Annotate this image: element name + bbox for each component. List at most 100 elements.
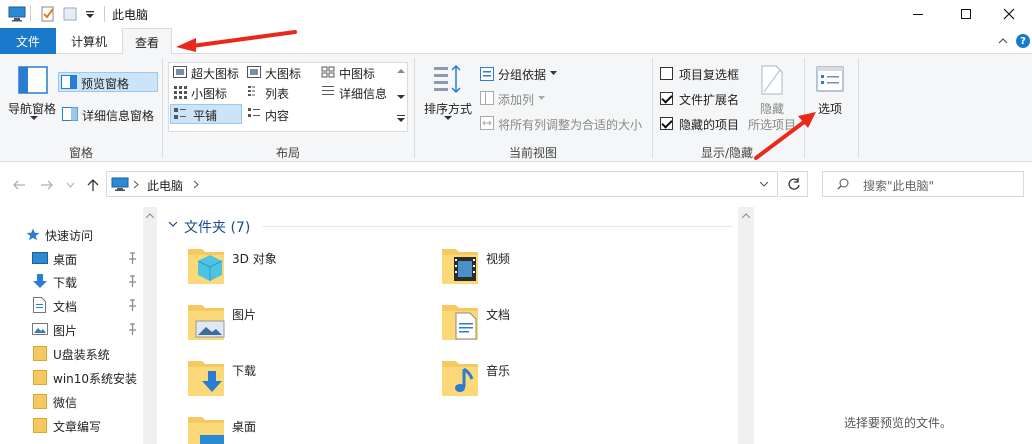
layout-label: 超大图标	[191, 67, 240, 81]
close-button[interactable]	[986, 0, 1032, 28]
pin-icon[interactable]	[128, 252, 137, 264]
documents-icon	[442, 305, 478, 340]
recent-locations-chevron-icon[interactable]	[66, 182, 75, 188]
refresh-button[interactable]	[780, 171, 808, 197]
maximize-button[interactable]	[943, 0, 989, 28]
file-extensions-checkbox[interactable]	[660, 92, 673, 105]
size-all-columns-button[interactable]: 将所有列调整为合适的大小	[498, 116, 642, 133]
chevron-down-icon[interactable]	[550, 71, 557, 75]
scroll-up-icon[interactable]	[146, 213, 154, 218]
nav-label: 微信	[53, 396, 78, 410]
folder-3d-objects[interactable]: 3D 对象	[186, 243, 386, 293]
folder-videos[interactable]: 视频	[440, 243, 640, 293]
layout-label: 小图标	[191, 87, 228, 101]
expand-gallery-icon[interactable]	[397, 115, 405, 123]
window-title: 此电脑	[112, 8, 149, 22]
nav-scrollbar[interactable]	[143, 207, 157, 444]
chevron-right-icon[interactable]	[133, 180, 139, 189]
breadcrumb-this-pc[interactable]: 此电脑	[147, 177, 183, 194]
nav-label: 文档	[53, 300, 78, 314]
layout-content[interactable]: 内容	[245, 104, 317, 124]
folder-desktop[interactable]: 桌面	[186, 411, 386, 444]
chevron-up-icon[interactable]	[397, 68, 405, 73]
tab-computer[interactable]: 计算机	[60, 28, 118, 54]
pin-icon[interactable]	[128, 275, 137, 287]
search-placeholder: 搜索"此电脑"	[863, 179, 935, 193]
group-by-button[interactable]: 分组依据	[498, 66, 546, 83]
layout-tiles[interactable]: 平铺	[170, 104, 242, 124]
folder-documents[interactable]: 文档	[440, 299, 640, 349]
minimize-button[interactable]	[895, 0, 941, 28]
add-columns-icon	[480, 91, 494, 105]
item-checkboxes-checkbox[interactable]	[660, 67, 673, 80]
search-icon	[837, 178, 849, 190]
help-icon[interactable]: ?	[1016, 34, 1030, 48]
tab-file[interactable]: 文件	[0, 28, 56, 54]
chevron-right-icon[interactable]	[193, 180, 199, 189]
extra-large-icons-icon	[173, 66, 187, 78]
forward-arrow-icon[interactable]	[40, 179, 54, 191]
small-icons-icon	[174, 86, 187, 99]
details-pane-button[interactable]: 详细信息窗格	[58, 104, 158, 124]
maximize-icon	[961, 9, 971, 19]
list-icon	[248, 86, 255, 96]
layout-details[interactable]: 详细信息	[319, 82, 393, 102]
nav-item-folder[interactable]: U盘装系统	[0, 342, 144, 365]
scroll-up-icon[interactable]	[742, 213, 750, 218]
sort-by-button[interactable]: 排序方式	[424, 100, 472, 117]
back-arrow-icon[interactable]	[12, 179, 26, 191]
group-label-pane: 窗格	[68, 146, 93, 160]
section-header[interactable]: 文件夹 (7)	[184, 217, 250, 237]
title-bar: 此电脑	[0, 0, 1032, 28]
search-box[interactable]: 搜索"此电脑"	[822, 171, 1024, 197]
layout-large-icons[interactable]: 大图标	[245, 63, 317, 81]
pin-icon[interactable]	[128, 323, 137, 335]
folder-icon	[33, 346, 47, 361]
layout-gallery-scroller[interactable]	[394, 62, 408, 132]
nav-item-pictures[interactable]: 图片	[0, 318, 144, 341]
layout-small-icons[interactable]: 小图标	[169, 82, 243, 102]
preview-pane-button[interactable]: 预览窗格	[58, 72, 158, 92]
downloads-icon	[188, 361, 224, 396]
up-arrow-icon[interactable]	[86, 178, 100, 192]
collapse-ribbon-icon[interactable]	[998, 36, 1008, 46]
nav-item-documents[interactable]: 文档	[0, 294, 144, 317]
address-dropdown-icon[interactable]	[759, 181, 769, 187]
annotation-arrow-icon	[754, 112, 816, 160]
nav-item-folder[interactable]: win10系统安装	[0, 366, 144, 389]
navigation-pane-icon	[18, 66, 48, 94]
medium-icons-icon	[321, 66, 335, 78]
refresh-icon	[787, 178, 800, 190]
tab-view[interactable]: 查看	[122, 28, 172, 55]
chevron-down-icon[interactable]	[30, 116, 38, 121]
folder-pictures[interactable]: 图片	[186, 299, 386, 349]
sort-by-icon	[434, 64, 461, 94]
chevron-down-icon[interactable]	[397, 95, 405, 100]
folder-downloads[interactable]: 下载	[186, 355, 386, 405]
nav-item-desktop[interactable]: 桌面	[0, 247, 144, 270]
chevron-down-icon[interactable]	[538, 96, 545, 100]
pin-icon[interactable]	[128, 299, 137, 311]
collapse-chevron-icon[interactable]	[168, 221, 178, 228]
desktop-icon	[188, 417, 224, 444]
layout-list[interactable]: 列表	[245, 82, 317, 102]
address-bar[interactable]: 此电脑	[106, 171, 778, 197]
nav-item-downloads[interactable]: 下载	[0, 270, 144, 293]
layout-medium-icons[interactable]: 中图标	[319, 63, 393, 81]
properties-icon[interactable]	[40, 6, 56, 22]
folder-music[interactable]: 音乐	[440, 355, 640, 405]
nav-quick-access[interactable]: 快速访问	[0, 223, 144, 246]
layout-extra-large-icons[interactable]: 超大图标	[169, 63, 243, 81]
group-divider	[858, 58, 859, 158]
navigation-pane-button[interactable]: 导航窗格	[8, 100, 56, 117]
nav-item-folder[interactable]: 微信	[0, 390, 144, 413]
large-icons-icon	[247, 66, 261, 78]
new-folder-icon[interactable]	[62, 6, 78, 22]
content-scrollbar[interactable]	[738, 207, 754, 444]
customize-quick-access-icon[interactable]	[84, 6, 96, 22]
hidden-items-checkbox[interactable]	[660, 117, 673, 130]
add-columns-button[interactable]: 添加列	[498, 91, 534, 108]
nav-item-folder[interactable]: 文章编写	[0, 414, 144, 437]
chevron-down-icon[interactable]	[444, 116, 452, 121]
preview-pane-label: 预览窗格	[81, 77, 130, 91]
